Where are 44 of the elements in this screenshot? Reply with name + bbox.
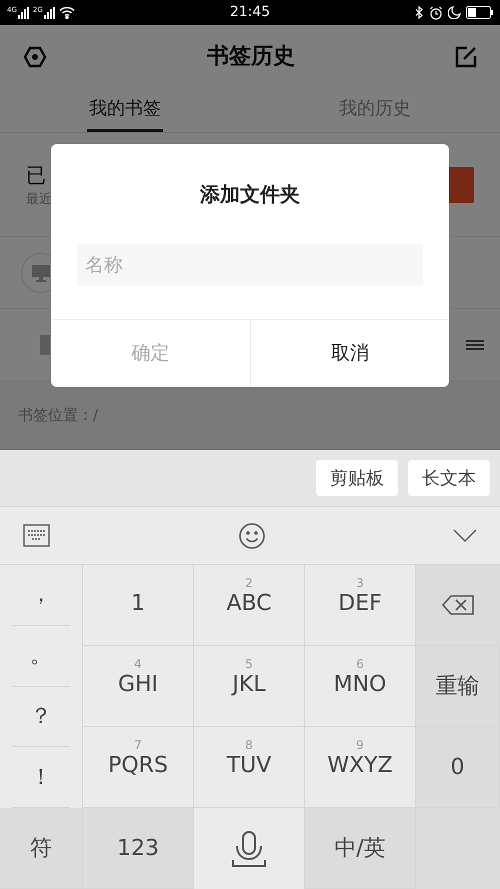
punctuation-key[interactable]: 。: [12, 626, 70, 686]
key[interactable]: 9 WXYZ: [305, 727, 416, 808]
moon-icon: [448, 6, 461, 19]
toolbar-button[interactable]: 长文本: [408, 460, 490, 496]
keyboard-icon[interactable]: [23, 524, 50, 547]
battery-icon: [466, 6, 493, 19]
key[interactable]: 8 TUV: [194, 727, 305, 808]
key[interactable]: 0: [416, 727, 500, 808]
key[interactable]: 6 MNO: [305, 646, 416, 727]
key[interactable]: 4 GHI: [83, 646, 194, 727]
key[interactable]: 3 DEF: [305, 565, 416, 646]
dialog-title: 添加文件夹: [200, 181, 300, 208]
menu-icon[interactable]: [466, 340, 484, 350]
monitor-icon: [31, 264, 51, 282]
key[interactable]: 1: [83, 565, 194, 646]
chevron-down-icon[interactable]: [453, 529, 477, 542]
bluetooth-icon: [415, 6, 424, 19]
key[interactable]: 符: [0, 808, 83, 889]
key[interactable]: 5 JKL: [194, 646, 305, 727]
page-title: 书签历史: [207, 43, 295, 71]
microphone-icon: [231, 830, 267, 868]
alarm-icon: [429, 6, 443, 20]
backspace-key[interactable]: [416, 565, 500, 646]
toolbar-button[interactable]: 剪贴板: [316, 460, 398, 496]
backspace-icon: [441, 594, 475, 616]
punctuation-key[interactable]: ，: [12, 565, 70, 626]
settings-icon[interactable]: [23, 46, 47, 68]
tab[interactable]: 我的书签: [87, 88, 163, 132]
name-field[interactable]: 名称: [77, 244, 423, 286]
key[interactable]: 重输: [416, 646, 500, 727]
emoji-icon[interactable]: [238, 522, 264, 548]
key[interactable]: 中/英: [305, 808, 416, 889]
signal-icon: [18, 6, 29, 18]
account-title: 已: [26, 162, 47, 189]
punctuation-key[interactable]: ？: [12, 686, 70, 748]
key[interactable]: 2 ABC: [194, 565, 305, 646]
key[interactable]: 123: [83, 808, 194, 889]
wifi-icon: [58, 6, 75, 19]
edit-icon[interactable]: [455, 46, 477, 68]
clock-time: 21:45: [228, 3, 272, 22]
key[interactable]: 7 PQRS: [83, 727, 194, 808]
signal-icon: [44, 6, 55, 18]
dialog-button[interactable]: 取消: [250, 320, 449, 387]
account-subtitle: 最近: [26, 190, 52, 209]
